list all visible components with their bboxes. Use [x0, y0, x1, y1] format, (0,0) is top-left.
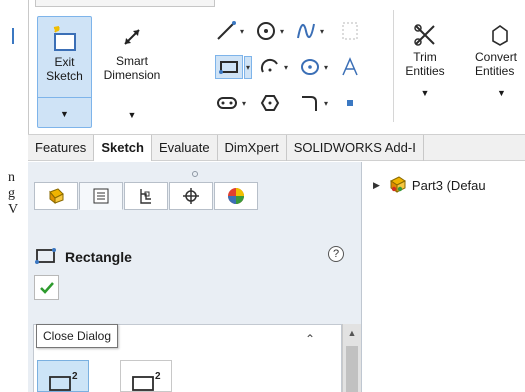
ellipse-tool[interactable]: ▾: [299, 54, 343, 80]
ellipse-icon: [301, 59, 319, 75]
tab-sketch[interactable]: Sketch: [94, 135, 152, 161]
plane-icon: [342, 22, 358, 40]
blue-marker: [12, 28, 14, 44]
plane-tool[interactable]: [339, 18, 383, 44]
rectangle-icon: [35, 246, 57, 267]
tab-dimxpert[interactable]: DimXpert: [218, 135, 287, 161]
chevron-down-icon[interactable]: ▾: [244, 55, 253, 79]
center-rectangle-option[interactable]: 2: [120, 360, 172, 392]
chevron-down-icon[interactable]: ▾: [284, 63, 288, 72]
spline-tool[interactable]: ▾: [295, 18, 339, 44]
text-icon: [342, 57, 358, 76]
polygon-tool[interactable]: [259, 90, 303, 116]
fillet-tool[interactable]: ▾: [299, 90, 343, 116]
configuration-manager-tab[interactable]: [124, 182, 168, 210]
part-icon: [388, 174, 408, 197]
corner-rectangle-option[interactable]: 2: [37, 360, 89, 392]
slot-tool[interactable]: ▾: [215, 90, 259, 116]
feature-tree-flyout: ▶ Part3 (Defau: [363, 162, 525, 392]
display-manager-tab[interactable]: [214, 182, 258, 210]
smart-dimension-icon: [97, 20, 167, 54]
scroll-thumb[interactable]: [346, 346, 358, 392]
chevron-down-icon[interactable]: ▼: [97, 108, 167, 122]
sketch-tools-grid: ▾ ▾ ▾ ▾ ▾ ▾ ▾ ▾: [215, 18, 390, 128]
part-label: Part3 (Defau: [411, 178, 486, 193]
expand-arrow-icon[interactable]: ▶: [373, 180, 380, 191]
ok-button[interactable]: [34, 275, 59, 300]
close-dialog-tooltip: Close Dialog: [36, 324, 119, 348]
arc-tool[interactable]: ▾: [259, 54, 303, 80]
chevron-down-icon[interactable]: ▾: [324, 99, 328, 108]
tab-evaluate[interactable]: Evaluate: [152, 135, 218, 161]
line-icon: [217, 21, 236, 40]
smart-dimension-label: Smart Dimension: [103, 54, 161, 82]
manager-tabs: [34, 182, 259, 212]
property-manager-panel: Rectangle ? ⌃ ▲ 2 2: [28, 162, 362, 392]
scroll-up-icon[interactable]: ▲: [343, 328, 361, 338]
svg-text:2: 2: [155, 371, 161, 382]
dimxpert-manager-icon: [183, 188, 199, 204]
spline-icon: [297, 23, 315, 39]
tab-features[interactable]: Features: [28, 135, 95, 161]
text-fragment: n: [8, 170, 15, 185]
command-manager-ribbon: Exit Sketch ▼ Smart Dimension ▼ ▾ ▾ ▾ ▾ …: [28, 0, 525, 134]
text-fragment: V: [8, 202, 19, 217]
circle-icon: [257, 22, 275, 40]
circle-tool[interactable]: ▾: [255, 18, 299, 44]
convert-entities-label: Convert Entities: [475, 50, 518, 78]
exit-sketch-icon: [38, 21, 91, 55]
center-rectangle-icon: 2: [132, 371, 161, 391]
trim-entities-label: Trim Entities: [405, 50, 445, 78]
chevron-down-icon[interactable]: ▼: [38, 107, 91, 121]
property-manager-title: Rectangle: [35, 246, 132, 267]
title-label: Rectangle: [65, 248, 132, 265]
fillet-icon: [302, 96, 317, 111]
point-tool[interactable]: [339, 90, 383, 116]
corner-rectangle-icon: 2: [49, 371, 78, 391]
help-icon[interactable]: ?: [328, 246, 344, 262]
point-icon: [347, 100, 353, 106]
svg-text:2: 2: [72, 371, 78, 382]
text-tool[interactable]: [339, 54, 383, 80]
tab-solidworks-addins[interactable]: SOLIDWORKS Add-I: [287, 135, 424, 161]
chevron-down-icon[interactable]: ▾: [280, 27, 284, 36]
polygon-icon: [260, 95, 280, 111]
line-tool[interactable]: ▾: [215, 18, 259, 44]
smart-dimension-button[interactable]: Smart Dimension ▼: [97, 16, 167, 128]
configuration-manager-icon: [140, 189, 151, 204]
rectangle-icon: [219, 61, 238, 74]
dimxpert-manager-tab[interactable]: [169, 182, 213, 210]
trim-entities-button[interactable]: Trim Entities ▼: [401, 20, 449, 100]
chevron-down-icon[interactable]: ▾: [320, 27, 324, 36]
slot-icon: [217, 97, 237, 109]
display-manager-icon: [228, 188, 244, 204]
chevron-down-icon[interactable]: ▾: [324, 63, 328, 72]
trim-entities-icon: [401, 20, 449, 50]
chevron-down-icon[interactable]: ▼: [401, 86, 449, 100]
rectangle-tool[interactable]: ▾: [215, 54, 259, 80]
ribbon-separator: [393, 10, 394, 122]
property-manager-tab[interactable]: [79, 182, 123, 210]
panel-grip[interactable]: [192, 171, 198, 177]
convert-entities-button[interactable]: Convert Entities ▼: [475, 20, 525, 100]
exit-sketch-label: Exit Sketch: [46, 55, 83, 83]
background-window-strip: n g V: [0, 0, 27, 392]
panel-scrollbar[interactable]: ▲: [342, 324, 361, 392]
chevron-down-icon[interactable]: ▾: [242, 99, 246, 108]
checkmark-icon: [39, 281, 54, 294]
command-manager-tabs: Features Sketch Evaluate DimXpert SOLIDW…: [28, 134, 525, 161]
chevron-up-icon[interactable]: ⌃: [305, 332, 315, 346]
ribbon-top-edge: [35, 0, 215, 7]
arc-icon: [260, 58, 278, 73]
exit-sketch-button[interactable]: Exit Sketch ▼: [37, 16, 92, 128]
property-manager-icon: [93, 188, 109, 204]
tree-item-part[interactable]: ▶ Part3 (Defau: [373, 174, 486, 197]
feature-manager-tab[interactable]: [34, 182, 78, 210]
chevron-down-icon[interactable]: ▼: [475, 86, 525, 100]
feature-manager-icon: [49, 188, 64, 205]
button-split-line: [38, 97, 91, 98]
chevron-down-icon[interactable]: ▾: [240, 27, 244, 36]
convert-entities-icon: [475, 20, 525, 50]
text-fragment: g: [8, 186, 15, 201]
